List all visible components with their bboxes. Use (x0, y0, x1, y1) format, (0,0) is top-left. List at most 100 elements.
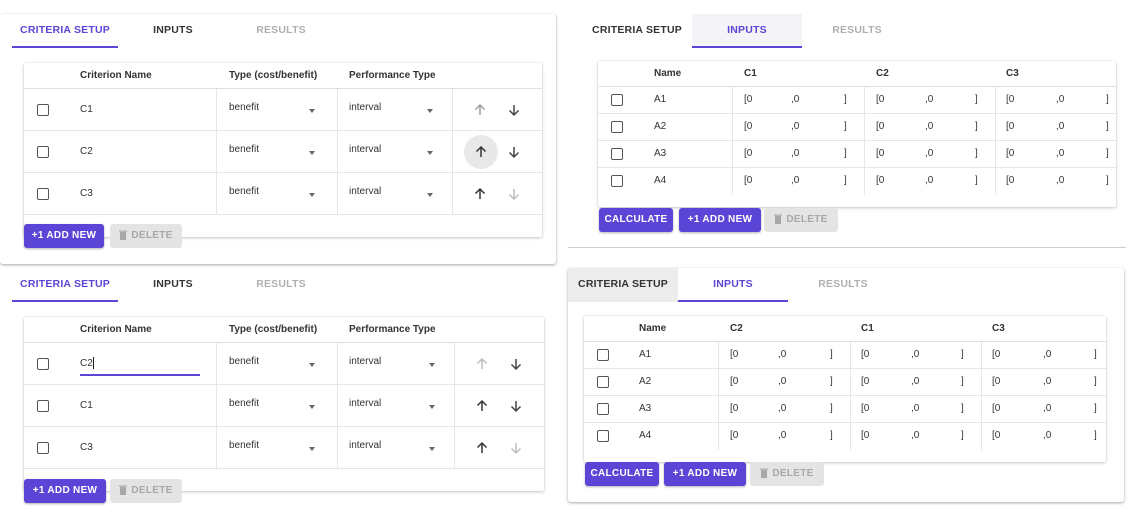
interval-open[interactable]: [0 (1006, 175, 1014, 186)
interval-open[interactable]: [0 (992, 376, 1000, 387)
arrow-up-icon[interactable] (473, 187, 487, 201)
add-new-button[interactable]: +1 ADD NEW (664, 462, 746, 486)
interval-sep[interactable]: ,0 (911, 349, 919, 360)
criterion-name-cell[interactable]: C1 (80, 400, 93, 411)
interval-sep[interactable]: ,0 (791, 148, 799, 159)
chevron-down-icon[interactable] (429, 447, 435, 451)
interval-open[interactable]: [0 (730, 430, 738, 441)
row-checkbox[interactable] (597, 376, 609, 388)
interval-open[interactable]: [0 (1006, 94, 1014, 105)
calculate-button[interactable]: CALCULATE (599, 208, 673, 232)
interval-open[interactable]: [0 (730, 403, 738, 414)
interval-sep[interactable]: ,0 (778, 403, 786, 414)
interval-sep[interactable]: ,0 (1043, 403, 1051, 414)
arrow-down-icon[interactable] (509, 399, 523, 413)
interval-sep[interactable]: ,0 (1056, 175, 1064, 186)
chevron-down-icon[interactable] (309, 363, 315, 367)
type-select[interactable]: benefit (229, 102, 259, 113)
performance-select[interactable]: interval (349, 144, 381, 155)
row-checkbox[interactable] (37, 400, 49, 412)
interval-sep[interactable]: ,0 (778, 349, 786, 360)
performance-select[interactable]: interval (349, 398, 381, 409)
interval-open[interactable]: [0 (861, 349, 869, 360)
interval-sep[interactable]: ,0 (1056, 121, 1064, 132)
interval-sep[interactable]: ,0 (911, 376, 919, 387)
arrow-up-icon[interactable] (475, 441, 489, 455)
interval-open[interactable]: [0 (730, 376, 738, 387)
row-checkbox[interactable] (597, 349, 609, 361)
interval-open[interactable]: [0 (876, 121, 884, 132)
tab-criteria-setup[interactable]: CRITERIA SETUP (12, 14, 118, 48)
type-select[interactable]: benefit (229, 356, 259, 367)
tab-criteria-setup[interactable]: CRITERIA SETUP (582, 14, 692, 48)
interval-sep[interactable]: ,0 (1043, 376, 1051, 387)
arrow-down-icon[interactable] (509, 357, 523, 371)
interval-sep[interactable]: ,0 (791, 121, 799, 132)
interval-sep[interactable]: ,0 (911, 403, 919, 414)
performance-select[interactable]: interval (349, 102, 381, 113)
interval-open[interactable]: [0 (744, 94, 752, 105)
chevron-down-icon[interactable] (427, 109, 433, 113)
tab-criteria-setup[interactable]: CRITERIA SETUP (568, 268, 678, 302)
tab-inputs[interactable]: INPUTS (118, 14, 228, 48)
chevron-down-icon[interactable] (309, 151, 315, 155)
row-checkbox[interactable] (37, 442, 49, 454)
performance-select[interactable]: interval (349, 356, 381, 367)
tab-inputs[interactable]: INPUTS (692, 14, 802, 48)
interval-open[interactable]: [0 (861, 403, 869, 414)
chevron-down-icon[interactable] (429, 405, 435, 409)
interval-open[interactable]: [0 (744, 148, 752, 159)
criterion-name-cell[interactable]: C3 (80, 442, 93, 453)
type-select[interactable]: benefit (229, 144, 259, 155)
row-checkbox[interactable] (611, 121, 623, 133)
arrow-down-icon[interactable] (507, 187, 521, 201)
arrow-down-icon[interactable] (509, 441, 523, 455)
delete-button[interactable]: DELETE (110, 224, 182, 248)
chevron-down-icon[interactable] (429, 363, 435, 367)
interval-sep[interactable]: ,0 (791, 175, 799, 186)
delete-button[interactable]: DELETE (110, 479, 182, 503)
type-select[interactable]: benefit (229, 440, 259, 451)
row-checkbox[interactable] (37, 146, 49, 158)
interval-sep[interactable]: ,0 (1043, 430, 1051, 441)
interval-open[interactable]: [0 (744, 121, 752, 132)
interval-open[interactable]: [0 (744, 175, 752, 186)
row-checkbox[interactable] (597, 430, 609, 442)
interval-sep[interactable]: ,0 (925, 121, 933, 132)
tab-results[interactable]: RESULTS (802, 14, 912, 48)
chevron-down-icon[interactable] (309, 193, 315, 197)
type-select[interactable]: benefit (229, 186, 259, 197)
tab-results[interactable]: RESULTS (228, 14, 334, 48)
interval-open[interactable]: [0 (861, 376, 869, 387)
interval-open[interactable]: [0 (876, 94, 884, 105)
interval-sep[interactable]: ,0 (925, 94, 933, 105)
criterion-name-cell[interactable]: C1 (80, 104, 93, 115)
chevron-down-icon[interactable] (309, 109, 315, 113)
interval-open[interactable]: [0 (730, 349, 738, 360)
interval-open[interactable]: [0 (861, 430, 869, 441)
chevron-down-icon[interactable] (309, 405, 315, 409)
chevron-down-icon[interactable] (309, 447, 315, 451)
arrow-up-icon[interactable] (473, 103, 487, 117)
interval-open[interactable]: [0 (876, 148, 884, 159)
chevron-down-icon[interactable] (427, 151, 433, 155)
criterion-name-cell[interactable]: C3 (80, 188, 93, 199)
interval-open[interactable]: [0 (992, 349, 1000, 360)
interval-sep[interactable]: ,0 (778, 376, 786, 387)
row-checkbox[interactable] (597, 403, 609, 415)
interval-sep[interactable]: ,0 (1056, 94, 1064, 105)
type-select[interactable]: benefit (229, 398, 259, 409)
tab-results[interactable]: RESULTS (788, 268, 898, 302)
row-checkbox[interactable] (37, 104, 49, 116)
row-checkbox[interactable] (37, 188, 49, 200)
delete-button[interactable]: DELETE (750, 462, 824, 486)
tab-results[interactable]: RESULTS (228, 268, 334, 302)
interval-sep[interactable]: ,0 (1043, 349, 1051, 360)
tab-criteria-setup[interactable]: CRITERIA SETUP (12, 268, 118, 302)
criterion-name-input[interactable]: C2 (80, 358, 93, 369)
tab-inputs[interactable]: INPUTS (118, 268, 228, 302)
interval-sep[interactable]: ,0 (791, 94, 799, 105)
interval-sep[interactable]: ,0 (925, 148, 933, 159)
calculate-button[interactable]: CALCULATE (585, 462, 659, 486)
add-new-button[interactable]: +1 ADD NEW (24, 224, 104, 248)
